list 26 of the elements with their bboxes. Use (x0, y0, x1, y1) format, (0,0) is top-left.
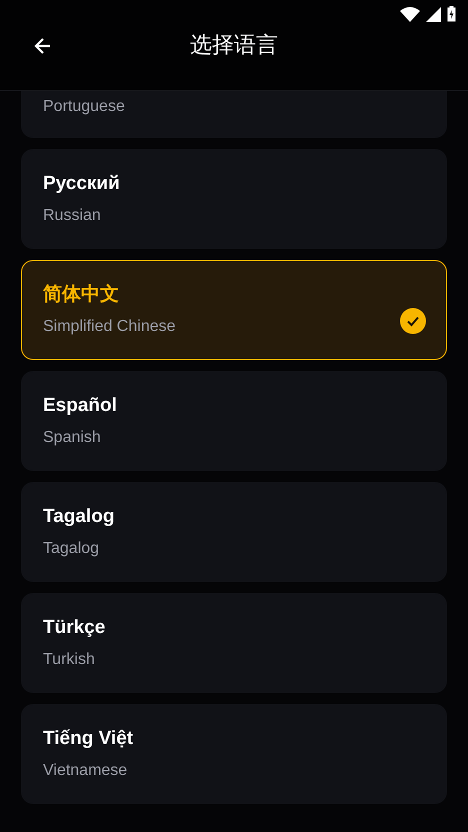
language-option[interactable]: Portuguese (21, 91, 447, 138)
language-english-name: Portuguese (43, 97, 125, 117)
language-name: Türkçe (43, 616, 106, 640)
signal-icon (426, 6, 441, 22)
page-title: 选择语言 (190, 31, 278, 59)
language-english-name: Vietnamese (43, 761, 128, 781)
language-name: Tiếng Việt (43, 727, 134, 751)
language-option[interactable]: Русский Russian (21, 149, 447, 249)
language-option[interactable]: Tagalog Tagalog (21, 482, 447, 582)
language-english-name: Spanish (43, 428, 102, 448)
language-option[interactable]: Tiếng Việt Vietnamese (21, 704, 447, 804)
check-icon (400, 308, 426, 334)
language-english-name: Turkish (43, 650, 96, 670)
language-english-name: Tagalog (43, 539, 100, 559)
battery-icon (447, 6, 456, 22)
language-option[interactable]: Türkçe Turkish (21, 593, 447, 693)
language-name: Español (43, 394, 117, 418)
language-name: Tagalog (43, 505, 114, 529)
language-english-name: Simplified Chinese (43, 317, 176, 337)
back-arrow-icon (34, 37, 52, 55)
language-option[interactable]: 简体中文 Simplified Chinese (21, 260, 447, 360)
language-english-name: Russian (43, 206, 102, 226)
language-name: Русский (43, 172, 120, 196)
language-option[interactable]: Español Spanish (21, 371, 447, 471)
wifi-icon (400, 6, 420, 22)
language-name: 简体中文 (43, 283, 120, 307)
